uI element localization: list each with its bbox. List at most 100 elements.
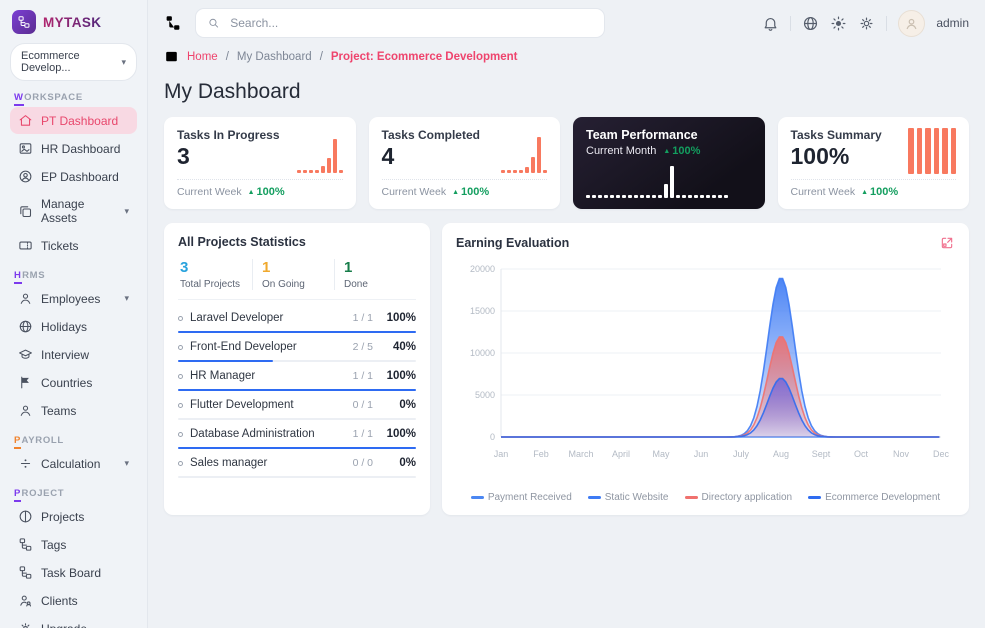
svg-text:May: May	[652, 449, 670, 459]
project-selector[interactable]: Ecommerce Develop... ▾	[10, 43, 137, 81]
legend-label: Directory application	[701, 492, 793, 503]
sparkline-chart	[586, 166, 752, 198]
sidebar-item-employees[interactable]: Employees ▾	[10, 285, 137, 312]
brand-logo[interactable]: MYTASK	[10, 9, 137, 43]
stat-total-projects: 3 Total Projects	[178, 259, 252, 290]
card-footer: Current Week ▲ 100%	[381, 179, 547, 198]
sidebar-item-label: Manage Assets	[41, 197, 85, 225]
pie-icon	[18, 509, 33, 524]
sparkline-chart	[501, 137, 547, 173]
legend-item-directory-application[interactable]: Directory application	[684, 492, 793, 503]
project-name: Flutter Development	[190, 399, 294, 411]
sidebar-item-label: Calculation	[41, 456, 101, 471]
project-percent: 100%	[386, 428, 416, 440]
sidebar-item-label: Holidays	[41, 319, 88, 334]
tags-icon	[18, 537, 33, 552]
sidebar-item-interview[interactable]: Interview	[10, 341, 137, 368]
sidebar-item-hr-dashboard[interactable]: HR Dashboard	[10, 135, 137, 162]
sidebar-item-label: Tags	[41, 537, 67, 552]
svg-text:Sept: Sept	[811, 449, 830, 459]
bar	[942, 128, 948, 174]
search-icon	[207, 16, 220, 30]
spark-bar	[706, 195, 710, 198]
earning-evaluation-panel: Earning Evaluation 0 5000 10000 15000 20000 J…	[442, 223, 969, 515]
spark-bar	[592, 195, 596, 198]
sidebar-item-manage-assets[interactable]: Manage Assets ▾	[10, 191, 137, 231]
legend-item-ecommerce-development[interactable]: Ecommerce Development	[808, 492, 940, 503]
sidebar-item-upgrade[interactable]: Upgrade	[10, 615, 137, 628]
project-rows-list: Laravel Developer 1 / 1 100% Front-End Deve…	[178, 304, 416, 478]
theme-sun-icon[interactable]	[830, 15, 847, 32]
breadcrumb-dashboard-link[interactable]: My Dashboard	[237, 51, 312, 63]
notification-bell-icon[interactable]	[762, 15, 779, 32]
project-fraction: 1 / 1	[352, 370, 373, 382]
search-box[interactable]	[195, 8, 605, 38]
flag-icon	[18, 375, 33, 390]
spark-bar	[604, 195, 608, 198]
legend-swatch	[587, 496, 601, 499]
expand-icon[interactable]	[939, 235, 955, 251]
spark-bar	[302, 170, 307, 173]
spark-bar	[688, 195, 692, 198]
sparkline-chart	[296, 139, 343, 173]
sidebar-item-ep-dashboard[interactable]: EP Dashboard	[10, 163, 137, 190]
home-icon	[18, 113, 33, 128]
spark-bar	[308, 170, 313, 173]
area-series-static-website	[500, 278, 941, 437]
sidebar-item-holidays[interactable]: Holidays	[10, 313, 137, 340]
sidebar-toggle-icon[interactable]	[164, 14, 182, 32]
sidebar-item-teams[interactable]: Teams	[10, 397, 137, 424]
sidebar-nav: WORKSPACE PT Dashboard HR Dashboard EP Dash…	[10, 92, 137, 628]
sidebar-item-countries[interactable]: Countries	[10, 369, 137, 396]
spark-bar	[664, 184, 668, 198]
stat-value: 1	[262, 259, 271, 276]
sidebar-item-pt-dashboard[interactable]: PT Dashboard	[10, 107, 137, 134]
spark-bar	[682, 195, 686, 198]
area-series-ecommerce-development	[500, 378, 941, 437]
globe-icon	[18, 319, 33, 334]
user-name[interactable]: admin	[936, 16, 969, 30]
client-icon	[18, 593, 33, 608]
sidebar-item-label: HR Dashboard	[41, 141, 121, 156]
spark-bar	[646, 195, 650, 198]
chevron-down-icon: ▾	[121, 56, 126, 67]
search-input[interactable]	[228, 15, 593, 31]
spark-bar	[598, 195, 602, 198]
sidebar-item-label: Tickets	[41, 238, 79, 253]
svg-text:5000: 5000	[474, 390, 494, 400]
legend-swatch	[470, 496, 484, 499]
legend-item-payment-received[interactable]: Payment Received	[470, 492, 572, 503]
project-row-front-end-developer: Front-End Developer 2 / 5 40%	[178, 333, 416, 362]
up-arrow-icon: ▲	[247, 188, 255, 196]
sidebar-item-label: Task Board	[41, 565, 102, 580]
bullet-icon	[178, 431, 183, 437]
project-row-database-administration: Database Administration 1 / 1 100%	[178, 420, 416, 449]
sidebar-item-tickets[interactable]: Tickets	[10, 232, 137, 259]
project-row-top: Flutter Development 0 / 1 0%	[178, 399, 416, 411]
sidebar-item-projects[interactable]: Projects	[10, 503, 137, 530]
spark-bar	[326, 158, 331, 173]
sidebar-item-calculation[interactable]: Calculation ▾	[10, 450, 137, 477]
legend-swatch	[808, 496, 822, 499]
bullet-icon	[178, 402, 183, 408]
globe-language-icon[interactable]	[802, 15, 819, 32]
sidebar-item-task-board[interactable]: Task Board	[10, 559, 137, 586]
panel-collapse-icon[interactable]	[164, 49, 179, 64]
delta-value: 100%	[461, 186, 490, 198]
settings-gear-icon[interactable]	[858, 15, 875, 32]
sidebar-section-label: WORKSPACE	[14, 92, 133, 106]
user-avatar[interactable]	[898, 9, 926, 37]
sidebar-section-label: PROJECT	[14, 488, 133, 502]
stat-cards-row: Tasks In Progress 3 Current Week ▲ 100% T…	[164, 117, 969, 209]
sidebar-item-clients[interactable]: Clients	[10, 587, 137, 614]
breadcrumb-home-link[interactable]: Home	[187, 51, 218, 63]
area-chart-svg: 0 5000 10000 15000 20000 Jan Feb March April May J…	[469, 264, 949, 459]
project-percent: 100%	[386, 370, 416, 382]
sidebar-section-label: HRMS	[14, 270, 133, 284]
spark-bar	[634, 195, 638, 198]
sidebar-item-tags[interactable]: Tags	[10, 531, 137, 558]
legend-item-static-website[interactable]: Static Website	[587, 492, 669, 503]
topbar: admin	[148, 0, 985, 46]
line-series-directory-application	[500, 336, 939, 438]
copy-icon	[18, 204, 33, 219]
